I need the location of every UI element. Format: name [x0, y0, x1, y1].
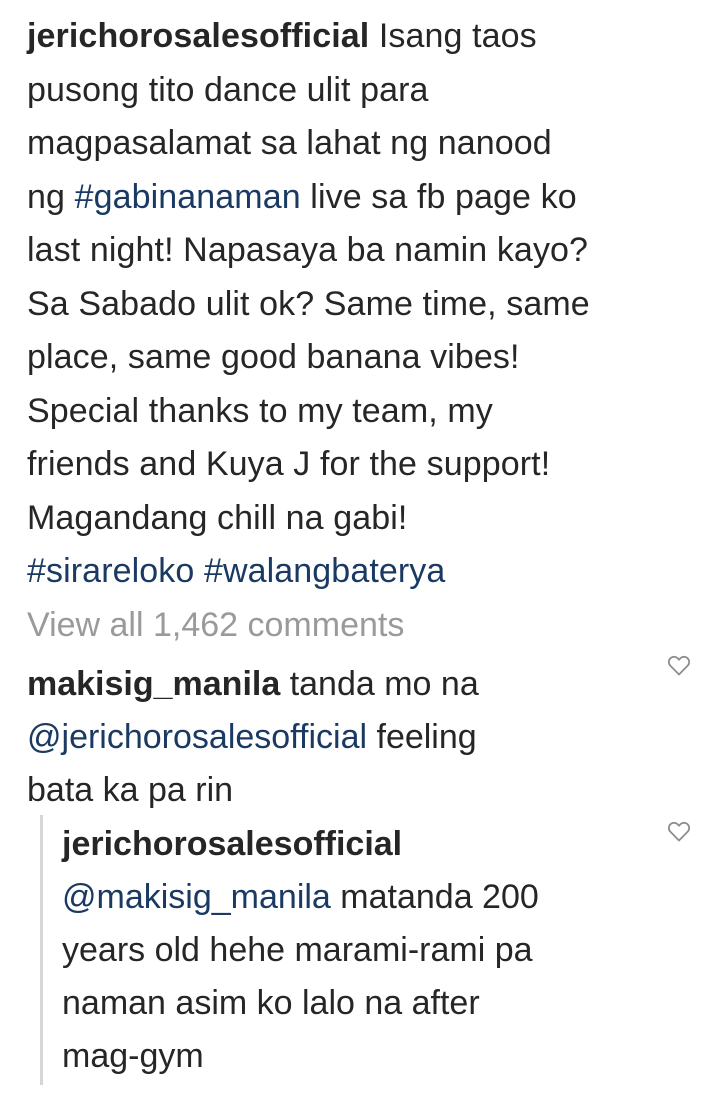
reply-username[interactable]: jerichorosalesofficial: [62, 825, 402, 863]
view-all-comments-link[interactable]: View all 1,462 comments: [27, 600, 404, 650]
caption-username[interactable]: jerichorosalesofficial: [27, 17, 369, 55]
caption-text: live sa fb page ko: [300, 177, 577, 216]
reply-text: years old hehe marami-rami pa: [62, 931, 533, 969]
reply-item: jerichorosalesofficial @makisig_manila m…: [62, 818, 652, 1083]
comment-text: tanda mo na: [280, 665, 479, 703]
caption-text: place, same good banana vibes!: [27, 338, 520, 376]
post-comments-screen: jerichorosalesofficial Isang taos pusong…: [0, 0, 720, 1101]
comment-item: makisig_manila tanda mo na @jerichorosal…: [27, 658, 627, 817]
hashtag-link[interactable]: #walangbaterya: [204, 552, 445, 590]
reply-text: matanda 200: [330, 878, 539, 916]
comment-text: bata ka pa rin: [27, 771, 234, 809]
mention-link[interactable]: @jerichorosalesofficial: [27, 718, 367, 756]
hashtag-link[interactable]: #sirareloko: [27, 552, 194, 590]
comment-text: feeling: [367, 718, 477, 756]
caption-text: pusong tito dance ulit para: [27, 70, 429, 109]
caption-text: magpasalamat sa lahat ng nanood: [27, 124, 552, 162]
reply-text: mag-gym: [62, 1037, 204, 1075]
caption-text: Isang taos: [378, 17, 537, 55]
heart-outline-icon[interactable]: [667, 820, 691, 842]
caption-text: friends and Kuya J for the support!: [27, 445, 551, 483]
caption-text: Sa Sabado ulit ok? Same time, same: [27, 284, 590, 323]
reply-thread-line: [40, 815, 43, 1085]
caption-text: last night! Napasaya ba namin kayo?: [27, 231, 589, 269]
comment-username[interactable]: makisig_manila: [27, 665, 280, 703]
caption-text: Special thanks to my team, my: [27, 391, 493, 430]
hashtag-link[interactable]: #gabinanaman: [75, 178, 301, 216]
mention-link[interactable]: @makisig_manila: [62, 878, 331, 916]
reply-text: naman asim ko lalo na after: [62, 984, 480, 1022]
post-caption: jerichorosalesofficial Isang taos pusong…: [27, 10, 707, 599]
caption-text: ng: [27, 177, 66, 216]
caption-text: Magandang chill na gabi!: [27, 498, 408, 537]
heart-outline-icon[interactable]: [667, 654, 691, 676]
